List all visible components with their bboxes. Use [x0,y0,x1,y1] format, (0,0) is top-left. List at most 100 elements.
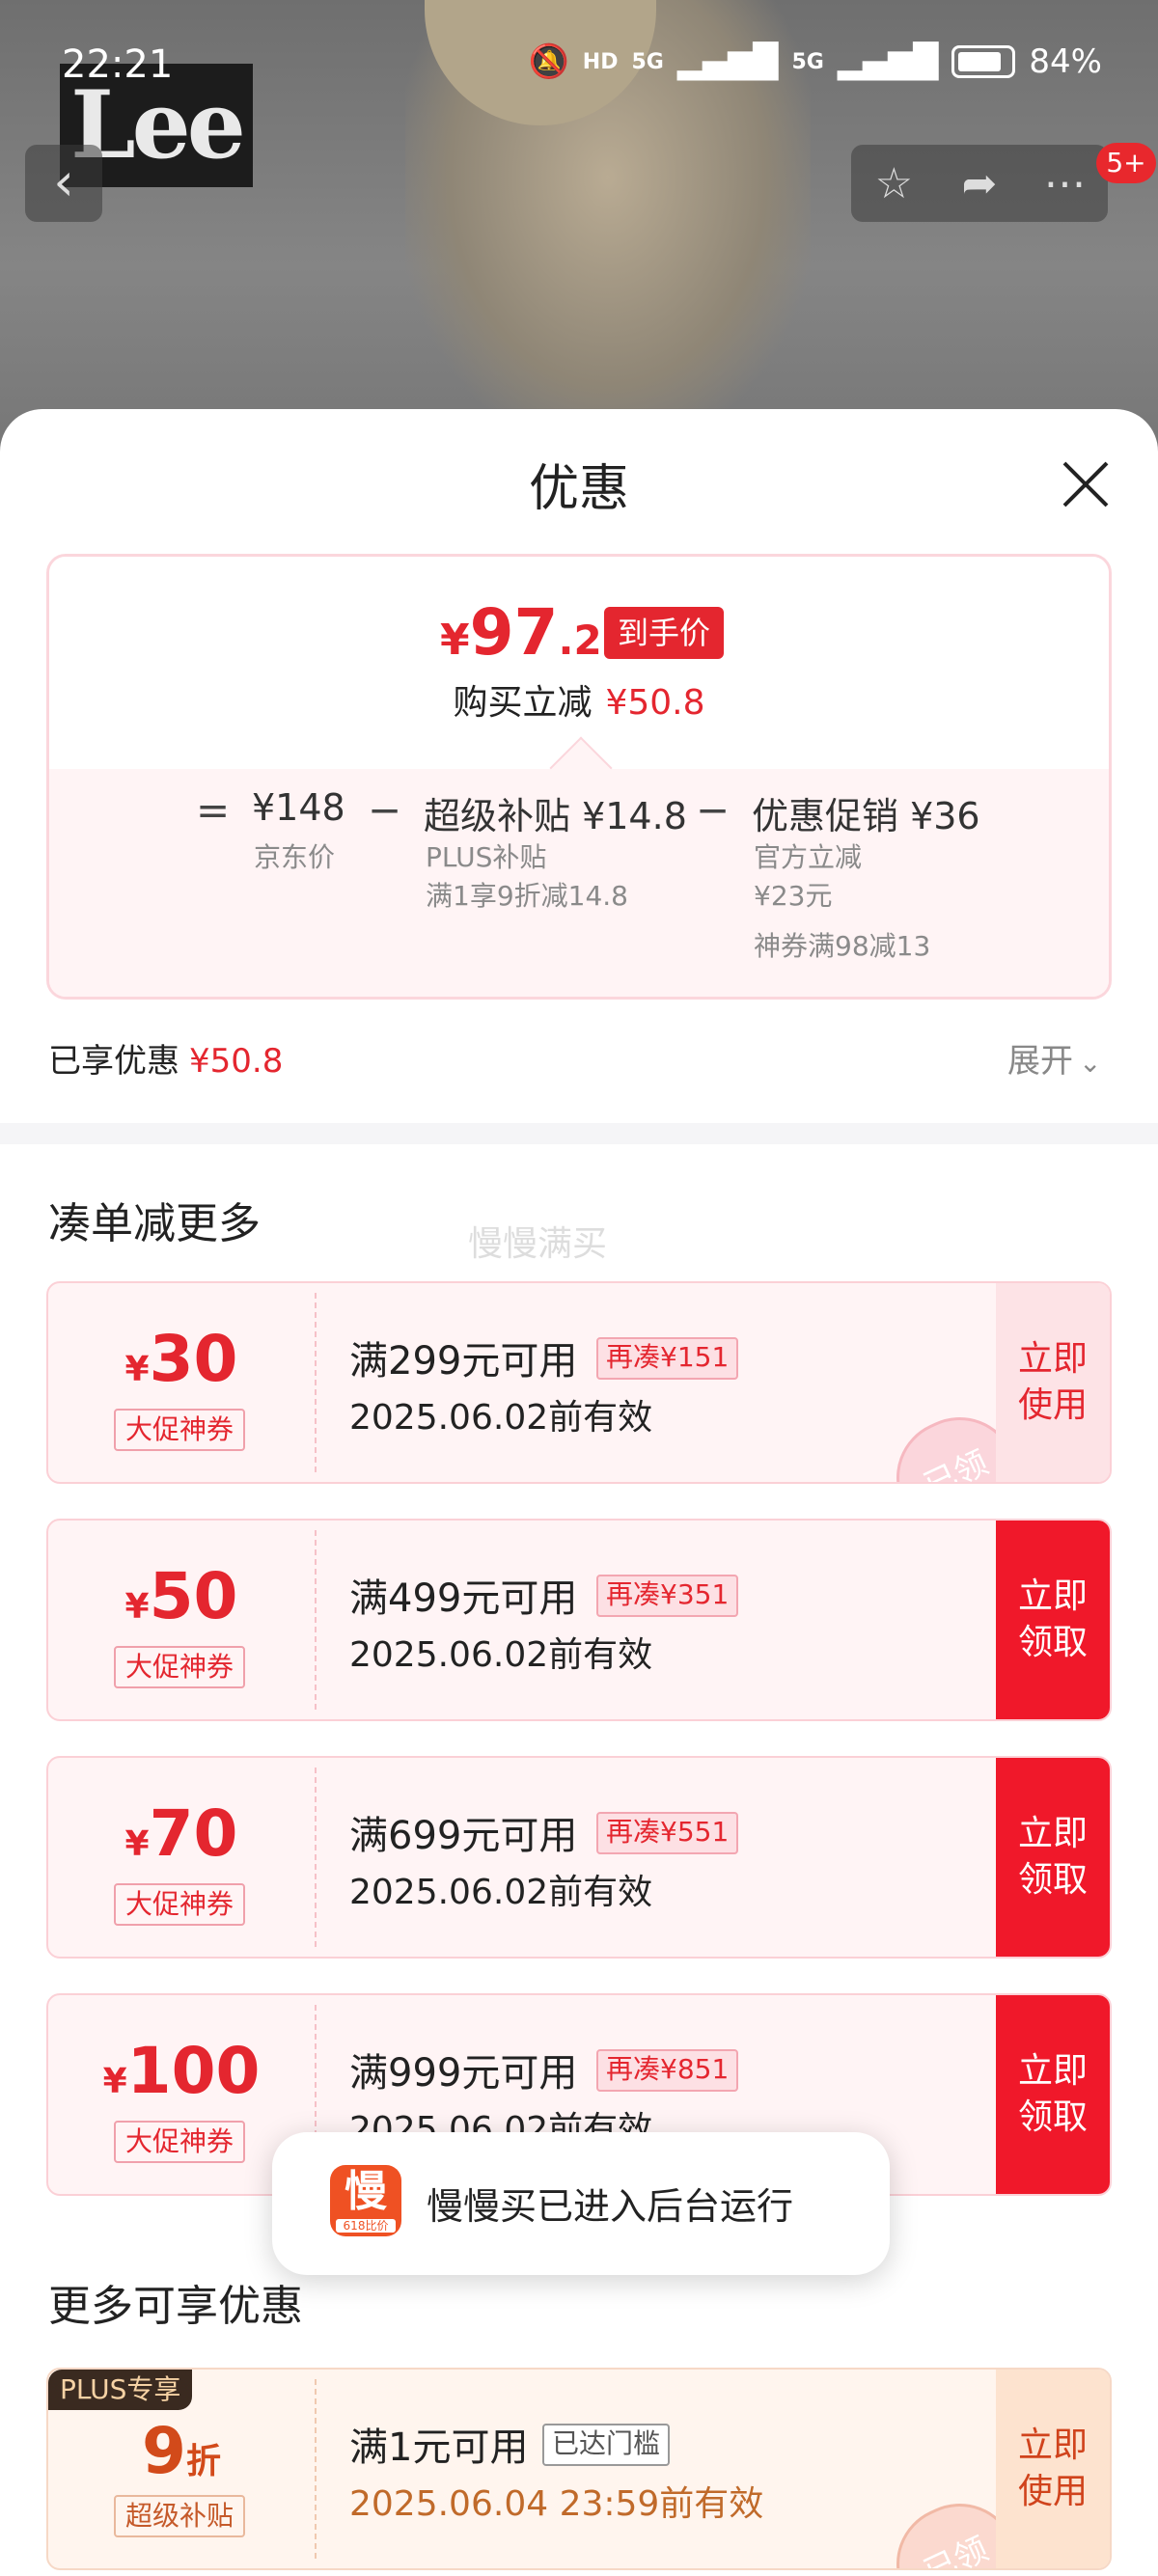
coupon-divider [315,1530,317,1710]
subsidy-title: 超级补贴 ¥14.8 [424,795,687,837]
signal-bars-icon: ▂▄▆█ [676,42,779,81]
cta-line2: 使用 [1017,2472,1088,2511]
coupon-type: 大促神券 [114,2121,245,2163]
chevron-down-icon: ⌄ [1079,1047,1102,1079]
coupon-amount: ¥100 [48,2034,315,2108]
coupon-condition: 满299元可用 [349,1339,578,1384]
app-icon-sub: 618比价 [336,2219,396,2233]
final-price-integer: 97 [469,595,559,670]
coupon-gap: 再凑¥151 [596,1337,739,1380]
coupon-currency: ¥ [102,2062,127,2101]
coupon-value: 9 [142,2414,186,2488]
coupon-currency: ¥ [124,1587,150,1627]
final-price-currency: ¥ [440,616,470,665]
coupon-divider [315,1768,317,1947]
app-icon: 慢 618比价 [330,2165,401,2236]
coupon-amount-area: ¥70 大促神券 [48,1758,315,1957]
coupon-card: ¥70 大促神券 满699元可用 再凑¥551 2025.06.02前有效 立即… [46,1756,1112,1959]
cta-line1: 立即 [1017,1814,1088,1853]
expand-label: 展开 [1007,1042,1073,1081]
coupon-amount: ¥50 [48,1559,315,1633]
battery-fill [958,52,1001,71]
cta-line2: 领取 [1017,1623,1088,1662]
top-action-group: ☆ ➦ ⋯ [851,145,1108,222]
enjoyed-label: 已享优惠 [48,1042,179,1081]
status-bar: 22:21 🔕 HD 5G ▂▄▆█ 5G ▂▄▆█ 84% [0,39,1158,96]
cta-line2: 领取 [1017,2097,1088,2137]
app-icon-glyph: 慢 [345,2167,387,2216]
claim-now-button[interactable]: 立即 领取 [996,1521,1110,1719]
expand-button[interactable]: 展开 ⌄ [1007,1034,1101,1082]
status-icons: 🔕 HD 5G ▂▄▆█ 5G ▂▄▆█ 84% [528,42,1102,81]
watermark: 慢慢满买 [468,1224,608,1264]
coupon-gap: 再凑¥551 [596,1812,739,1854]
sheet-title: 优惠 [528,460,629,518]
signal-bars-icon-2: ▂▄▆█ [837,42,939,81]
coupon-validity: 2025.06.04 23:59前有效 [349,2484,764,2524]
minus-sign-2: − [696,786,731,834]
coupon-currency: ¥ [124,1824,150,1864]
coupon-amount: ¥30 [48,1322,315,1396]
enjoyed-discount: 已享优惠 ¥50.8 [48,1034,283,1082]
back-button[interactable]: ‹ [25,145,102,222]
coupon-type: 大促神券 [114,1646,245,1688]
coupon-gap: 已达门槛 [542,2424,671,2466]
base-price-label: 京东价 [254,841,336,873]
coupon-amount: 9折 [48,2414,315,2488]
coupon-type: 超级补贴 [114,2495,245,2537]
use-now-button[interactable]: 立即 使用 [996,2370,1110,2568]
promo-title: 优惠促销 ¥36 [752,795,980,837]
final-price-decimal: .2 [558,617,602,664]
close-icon[interactable] [1057,455,1115,513]
battery-percent: 84% [1029,42,1102,81]
final-price: ¥97.2 [440,595,602,670]
share-icon[interactable]: ➦ [941,159,1018,208]
claim-now-button[interactable]: 立即 领取 [996,1758,1110,1957]
coupon-currency: ¥ [124,1350,150,1389]
coupon-validity: 2025.06.02前有效 [349,1398,653,1438]
hd-icon: HD [582,49,619,74]
coupon-card: ¥30 大促神券 满299元可用 再凑¥151 2025.06.02前有效 已领… [46,1281,1112,1484]
cta-line1: 立即 [1017,2425,1088,2465]
coupon-divider [315,1293,317,1472]
coupon-type: 大促神券 [114,1409,245,1451]
coupon-amount-area: ¥50 大促神券 [48,1521,315,1719]
saved-label: 购买立减 [453,683,593,723]
final-price-tag: 到手价 [604,607,725,659]
section-divider [0,1123,1158,1144]
status-time: 22:21 [62,42,174,87]
equals-sign: = [196,786,231,834]
coupon-divider [315,2379,317,2559]
star-icon[interactable]: ☆ [855,159,932,208]
minus-sign: − [368,786,402,834]
coupon-unit: 折 [185,2442,221,2481]
more-icon[interactable]: ⋯ [1027,159,1104,208]
coupon-condition: 满699元可用 [349,1814,578,1858]
coupon-validity: 2025.06.02前有效 [349,1635,653,1675]
cta-line1: 立即 [1017,1339,1088,1379]
mute-icon: 🔕 [528,42,569,81]
coupon-value: 50 [149,1559,238,1633]
promo-line2: ¥23元 [754,880,833,912]
claim-now-button[interactable]: 立即 领取 [996,1995,1110,2194]
cta-line2: 使用 [1017,1385,1088,1425]
coupon-condition: 满499元可用 [349,1576,578,1621]
cta-line1: 立即 [1017,2051,1088,2091]
coupon-card: ¥50 大促神券 满499元可用 再凑¥351 2025.06.02前有效 立即… [46,1519,1112,1721]
cta-line2: 领取 [1017,1860,1088,1900]
coupon-condition: 满999元可用 [349,2051,578,2096]
battery-icon [951,45,1016,78]
use-now-button[interactable]: 立即 使用 [996,1283,1110,1482]
coupon-type: 大促神券 [114,1883,245,1926]
section-title-combine: 凑单减更多 [48,1199,261,1248]
coupon-gap: 再凑¥351 [596,1575,739,1617]
signal-5g-icon-2: 5G [791,49,824,74]
saved-value: ¥50.8 [605,683,705,723]
subsidy-line1: PLUS补贴 [426,841,547,873]
saved-line: 购买立减 ¥50.8 [49,674,1109,725]
plus-tag: PLUS专享 [48,2370,193,2410]
plus-coupon-card: 9折 超级补贴 PLUS专享 满1元可用 已达门槛 2025.06.04 23:… [46,2368,1112,2570]
coupon-value: 30 [149,1322,238,1396]
enjoyed-value: ¥50.8 [189,1042,284,1081]
coupon-validity: 2025.06.02前有效 [349,1873,653,1912]
